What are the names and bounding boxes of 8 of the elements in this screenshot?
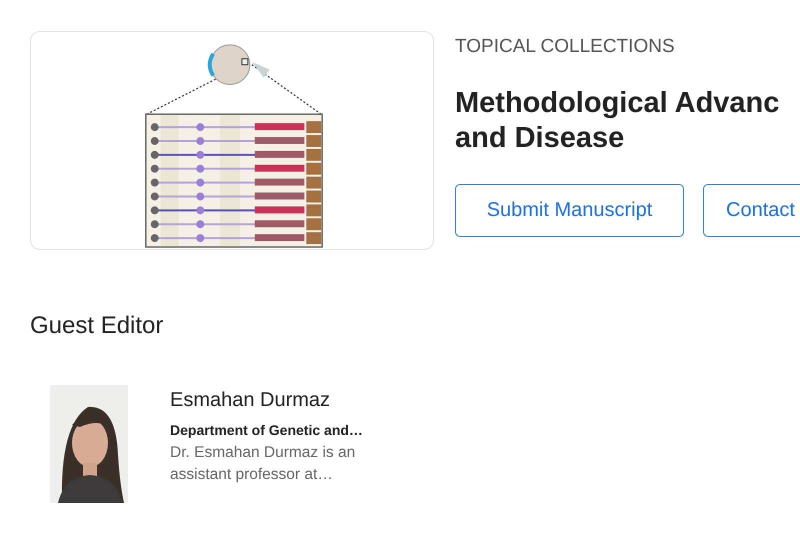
outline-button[interactable]: Submit Manuscript [455,184,684,237]
collection-title: Methodological Advanc and Disease [455,86,780,156]
editor-name[interactable]: Esmahan Durmaz [170,389,363,412]
section-label: TOPICAL COLLECTIONS [455,36,676,58]
editor-bio: Dr. Esmahan Durmaz is an assistant professor at… [170,443,356,485]
editor-department: Department of Genetic and… [170,422,363,438]
outline-button[interactable]: Contact [703,184,800,237]
section-heading: Guest Editor [30,312,164,340]
